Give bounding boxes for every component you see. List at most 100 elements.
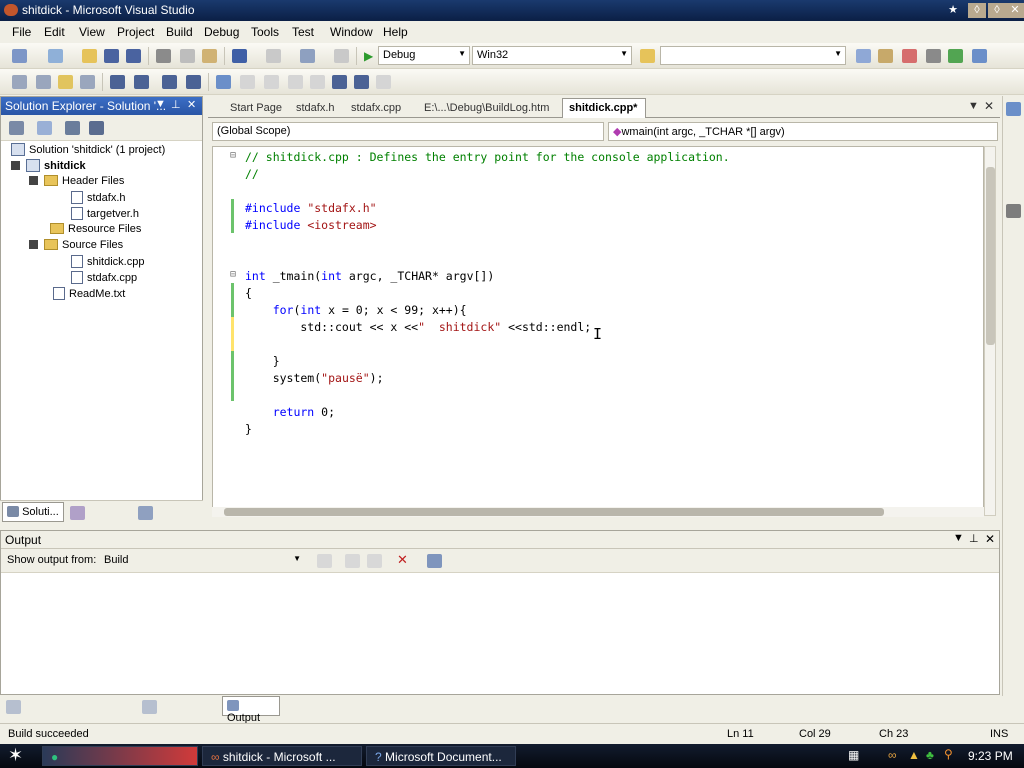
- menu-window[interactable]: Window: [330, 25, 373, 39]
- tree-source-files[interactable]: Source Files: [29, 239, 123, 251]
- menu-tools[interactable]: Tools: [251, 25, 279, 39]
- solution-explorer-icon[interactable]: [856, 49, 871, 63]
- tree-project[interactable]: shitdick: [11, 159, 86, 172]
- next-bookmark-folder-icon[interactable]: [310, 75, 325, 89]
- close-button[interactable]: ✕: [1006, 3, 1024, 18]
- parameter-info-icon[interactable]: [36, 75, 51, 89]
- navigate-forward-icon[interactable]: [334, 49, 349, 63]
- tree-header-files[interactable]: Header Files: [29, 175, 124, 187]
- server-explorer-icon[interactable]: [1006, 102, 1021, 116]
- next-bookmark-icon[interactable]: [264, 75, 279, 89]
- menu-test[interactable]: Test: [292, 25, 314, 39]
- tab-stdafx-cpp[interactable]: stdafx.cpp: [351, 102, 401, 114]
- tree-solution[interactable]: Solution 'shitdick' (1 project): [11, 143, 165, 156]
- output-text[interactable]: [3, 575, 997, 687]
- menu-build[interactable]: Build: [166, 25, 193, 39]
- start-debugging-icon[interactable]: ▶: [364, 49, 373, 63]
- tree-file-targetver-h[interactable]: targetver.h: [71, 207, 139, 220]
- tree-file-readme[interactable]: ReadMe.txt: [53, 287, 125, 300]
- menu-view[interactable]: View: [79, 25, 105, 39]
- toolbox-icon[interactable]: [926, 49, 941, 63]
- scope-dropdown[interactable]: (Global Scope): [212, 122, 604, 141]
- menu-project[interactable]: Project: [117, 25, 154, 39]
- collapse-comment-icon[interactable]: ⊟: [230, 150, 236, 161]
- auto-hide-pin-icon[interactable]: ⊥: [171, 98, 181, 111]
- tab-output[interactable]: Output: [222, 696, 280, 724]
- tab-find-results-icon[interactable]: [142, 700, 157, 714]
- taskbar-item-app[interactable]: ●: [42, 746, 198, 766]
- tab-buildlog[interactable]: E:\...\Debug\BuildLog.htm: [424, 102, 549, 114]
- copy-icon[interactable]: [180, 49, 195, 63]
- undo-icon[interactable]: [232, 49, 247, 63]
- save-all-icon[interactable]: [126, 49, 141, 63]
- find-message-icon[interactable]: [317, 554, 332, 568]
- horizontal-scrollbar[interactable]: [212, 507, 984, 517]
- refresh-icon[interactable]: [65, 121, 80, 135]
- complete-word-icon[interactable]: [80, 75, 95, 89]
- menu-edit[interactable]: Edit: [44, 25, 65, 39]
- network-icon[interactable]: ♣: [926, 748, 934, 762]
- tab-solution-explorer[interactable]: Soluti...: [2, 502, 64, 522]
- vertical-scrollbar[interactable]: [984, 146, 996, 516]
- decrease-indent-icon[interactable]: [110, 75, 125, 89]
- quick-info-icon[interactable]: [58, 75, 73, 89]
- tree-resource-files[interactable]: Resource Files: [50, 223, 141, 235]
- menu-help[interactable]: Help: [383, 25, 408, 39]
- search-icon[interactable]: ⚲: [944, 747, 953, 761]
- add-item-icon[interactable]: [48, 49, 63, 63]
- navigate-backward-icon[interactable]: [300, 49, 315, 63]
- previous-bookmark-icon[interactable]: [240, 75, 255, 89]
- tree-file-shitdick-cpp[interactable]: shitdick.cpp: [71, 255, 144, 268]
- collapse-icon[interactable]: [11, 161, 20, 170]
- open-folder-icon[interactable]: [82, 49, 97, 63]
- tab-start-page[interactable]: Start Page: [230, 102, 282, 114]
- prev-bookmark-folder-icon[interactable]: [288, 75, 303, 89]
- tab-class-view-icon[interactable]: [70, 506, 85, 520]
- horizontal-scroll-thumb[interactable]: [224, 508, 884, 516]
- collapse-icon[interactable]: [29, 176, 38, 185]
- class-diagram-icon[interactable]: [89, 121, 104, 135]
- cut-icon[interactable]: [156, 49, 171, 63]
- auto-hide-pin-icon[interactable]: ⊥: [969, 532, 979, 545]
- function-dropdown[interactable]: ◆wmain(int argc, _TCHAR *[] argv): [608, 122, 998, 141]
- previous-message-icon[interactable]: [345, 554, 360, 568]
- collapse-function-icon[interactable]: ⊟: [230, 269, 236, 280]
- collapse-icon[interactable]: [29, 240, 38, 249]
- vertical-scroll-thumb[interactable]: [986, 167, 995, 345]
- save-icon[interactable]: [104, 49, 119, 63]
- close-pane-icon[interactable]: ✕: [985, 532, 995, 546]
- shield-icon[interactable]: ▲: [908, 748, 920, 762]
- start-page-icon[interactable]: [948, 49, 963, 63]
- minimize-button[interactable]: ◊: [968, 3, 986, 18]
- pane-dropdown-icon[interactable]: ▼: [953, 532, 964, 544]
- prev-bookmark-doc-icon[interactable]: [332, 75, 347, 89]
- close-pane-icon[interactable]: ✕: [187, 98, 196, 111]
- toggle-bookmark-icon[interactable]: [216, 75, 231, 89]
- find-combo[interactable]: ▼: [660, 46, 846, 65]
- next-bookmark-doc-icon[interactable]: [354, 75, 369, 89]
- clear-all-icon[interactable]: ✕: [397, 552, 408, 568]
- tray-icon[interactable]: ∞: [888, 748, 897, 762]
- redo-icon[interactable]: [266, 49, 281, 63]
- pin-icon[interactable]: ★: [944, 3, 962, 18]
- clear-bookmarks-icon[interactable]: [376, 75, 391, 89]
- paste-icon[interactable]: [202, 49, 217, 63]
- tab-error-list-icon[interactable]: [6, 700, 21, 714]
- taskbar-item-visual-studio[interactable]: ∞ shitdick - Microsoft ...: [202, 746, 362, 766]
- find-in-files-icon[interactable]: [640, 49, 655, 63]
- tab-stdafx-h[interactable]: stdafx.h: [296, 102, 335, 114]
- keyboard-icon[interactable]: ▦: [848, 748, 859, 762]
- member-list-icon[interactable]: [12, 75, 27, 89]
- new-project-icon[interactable]: [12, 49, 27, 63]
- toggle-word-wrap-icon[interactable]: [427, 554, 442, 568]
- tab-list-icon[interactable]: ▼: [968, 100, 979, 112]
- pane-dropdown-icon[interactable]: ▼: [155, 98, 166, 110]
- solution-configuration-dropdown[interactable]: Debug ▼: [378, 46, 470, 65]
- start-button[interactable]: ✶: [8, 745, 23, 766]
- tree-file-stdafx-cpp[interactable]: stdafx.cpp: [71, 271, 137, 284]
- output-source-dropdown[interactable]: Build ▼: [99, 551, 305, 570]
- object-browser-icon[interactable]: [902, 49, 917, 63]
- tab-property-manager-icon[interactable]: [138, 506, 153, 520]
- properties-icon[interactable]: [878, 49, 893, 63]
- close-document-icon[interactable]: ✕: [984, 99, 994, 113]
